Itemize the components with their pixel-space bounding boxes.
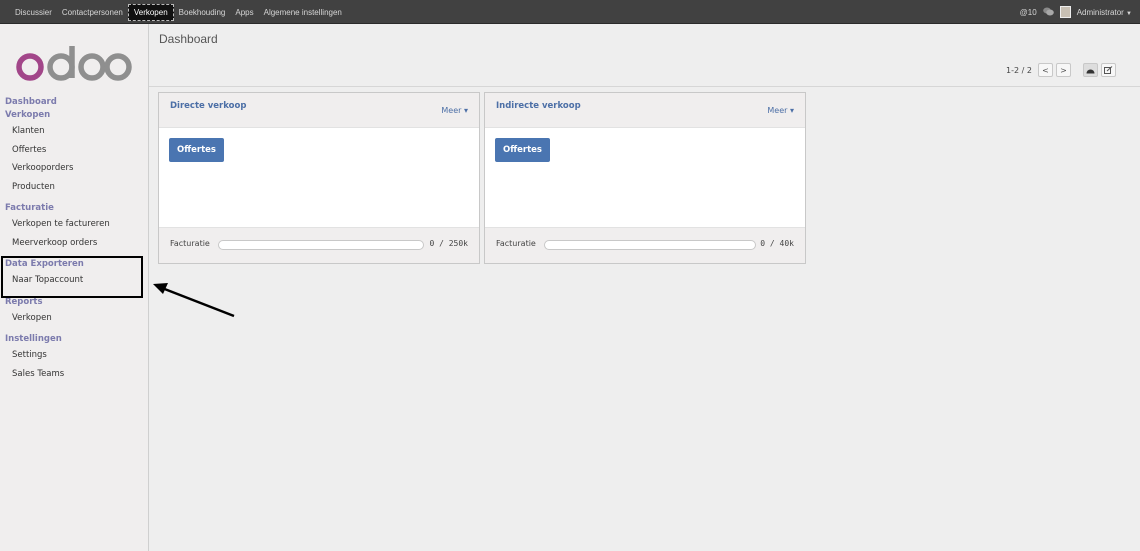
pager-previous-button[interactable]: <	[1037, 63, 1053, 77]
chat-icon[interactable]	[1042, 7, 1054, 18]
sidebar-header-verkopen: Verkopen	[5, 110, 51, 120]
more-dropdown[interactable]: Meer ▾	[767, 106, 794, 115]
dashboard-icon	[1086, 69, 1095, 73]
footer-label: Facturatie	[170, 239, 210, 248]
caret-down-icon: ▾	[789, 106, 794, 115]
card-footer: Facturatie 0 / 250k	[159, 227, 479, 263]
pager: 1-2 / 2 < >	[1006, 63, 1116, 77]
odoo-logo[interactable]	[14, 36, 134, 84]
top-menu: Discussier Contactpersonen Verkopen Boek…	[10, 0, 347, 24]
facturatie-progress-bar	[544, 240, 756, 250]
sidebar-header-facturatie: Facturatie	[5, 203, 54, 213]
menu-item-apps[interactable]: Apps	[230, 5, 258, 20]
dashboard-view-button[interactable]	[1082, 63, 1098, 77]
sidebar: Dashboard Verkopen Klanten Offertes Verk…	[0, 24, 149, 551]
chevron-right-icon: >	[1060, 65, 1067, 75]
edit-layout-button[interactable]	[1100, 63, 1116, 77]
top-right-area: @10 Administrator ▼	[1020, 0, 1132, 24]
more-label: Meer	[767, 106, 788, 115]
sidebar-header-instellingen: Instellingen	[5, 334, 62, 344]
user-name: Administrator	[1076, 7, 1124, 17]
menu-item-verkopen[interactable]: Verkopen	[127, 3, 174, 21]
page-title: Dashboard	[159, 32, 218, 46]
chevron-left-icon: <	[1042, 65, 1049, 75]
more-label: Meer	[441, 106, 462, 115]
header-divider	[149, 86, 1140, 87]
menu-item-discussier[interactable]: Discussier	[10, 5, 57, 20]
footer-value: 0 / 40k	[760, 239, 794, 248]
annotation-arrow	[153, 283, 235, 318]
dashboard-card-indirecte-verkoop: Indirecte verkoop Meer ▾ Offertes Factur…	[484, 92, 806, 264]
card-footer: Facturatie 0 / 40k	[485, 227, 805, 263]
more-dropdown[interactable]: Meer ▾	[441, 106, 468, 115]
menu-item-algemene-instellingen[interactable]: Algemene instellingen	[259, 5, 347, 20]
sidebar-item-producten[interactable]: Producten	[0, 178, 149, 197]
edit-icon	[1103, 65, 1113, 74]
card-title[interactable]: Indirecte verkoop	[496, 101, 581, 111]
sidebar-item-verkooporders[interactable]: Verkooporders	[0, 159, 149, 178]
footer-value: 0 / 250k	[429, 239, 468, 248]
user-menu[interactable]: Administrator ▼	[1077, 8, 1132, 17]
pager-next-button[interactable]: >	[1055, 63, 1071, 77]
sidebar-item-offertes[interactable]: Offertes	[0, 141, 149, 160]
sidebar-nav: Dashboard Verkopen Klanten Offertes Verk…	[0, 96, 149, 383]
notifications-counter[interactable]: @10	[1020, 8, 1037, 17]
caret-down-icon: ▾	[463, 106, 468, 115]
sidebar-header-dashboard[interactable]: Dashboard	[0, 96, 149, 109]
dashboard-card-directe-verkoop: Directe verkoop Meer ▾ Offertes Facturat…	[158, 92, 480, 264]
sidebar-item-reports-verkopen[interactable]: Verkopen	[0, 309, 149, 328]
menu-item-contactpersonen[interactable]: Contactpersonen	[57, 5, 128, 20]
card-header: Directe verkoop Meer ▾	[159, 93, 479, 128]
offertes-button[interactable]: Offertes	[495, 138, 550, 162]
footer-label: Facturatie	[496, 239, 536, 248]
annotation-highlight-box	[1, 256, 143, 298]
sidebar-item-sales-teams[interactable]: Sales Teams	[0, 365, 149, 384]
sidebar-item-settings[interactable]: Settings	[0, 346, 149, 365]
chevron-down-icon: ▼	[1126, 10, 1132, 17]
sidebar-item-klanten[interactable]: Klanten	[0, 122, 149, 141]
menu-item-boekhouding[interactable]: Boekhouding	[174, 5, 231, 20]
user-avatar[interactable]	[1059, 6, 1071, 18]
facturatie-progress-bar	[218, 240, 424, 250]
card-title[interactable]: Directe verkoop	[170, 101, 246, 111]
card-header: Indirecte verkoop Meer ▾	[485, 93, 805, 128]
sidebar-item-verkopen-te-factureren[interactable]: Verkopen te factureren	[0, 215, 149, 234]
offertes-button[interactable]: Offertes	[169, 138, 224, 162]
sidebar-item-meerverkoop-orders[interactable]: Meerverkoop orders	[0, 234, 149, 253]
pager-value[interactable]: 1-2 / 2	[1006, 66, 1032, 75]
top-bar: Discussier Contactpersonen Verkopen Boek…	[0, 0, 1140, 24]
